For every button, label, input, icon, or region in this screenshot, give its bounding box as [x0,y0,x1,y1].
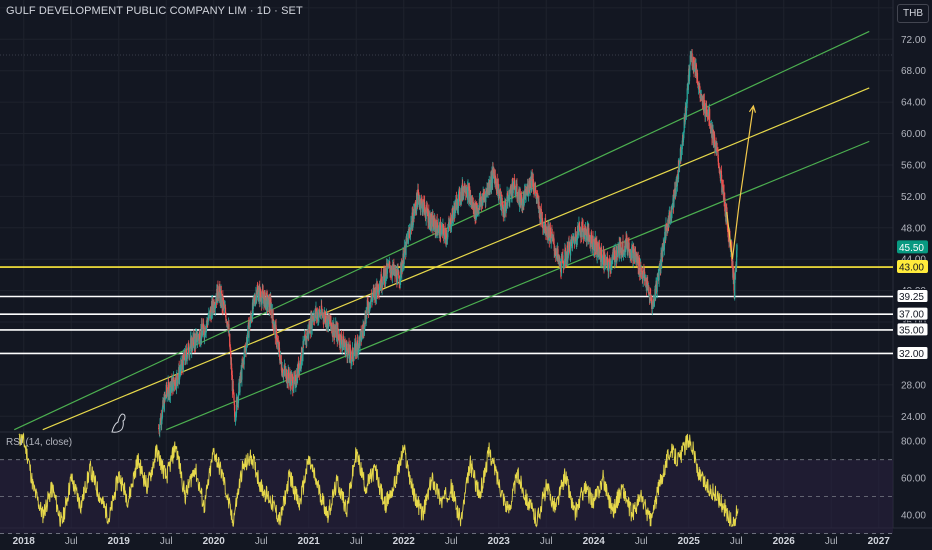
candle-body [232,381,234,390]
time-tick-label: 2025 [678,536,701,547]
level-badge-label: 39.25 [899,292,924,303]
time-tick-label: Jul [65,536,78,547]
price-tick-label: 72.00 [901,35,926,46]
rsi-band [0,459,893,534]
candle-body [176,374,178,380]
time-tick-label: 2026 [773,536,796,547]
chart-canvas: 76.0072.0068.0064.0060.0056.0052.0048.00… [0,0,932,550]
candle-body [686,88,688,104]
rsi-tick-label: 60.00 [901,474,926,485]
candle-body [550,238,552,244]
candle-body [509,193,511,203]
time-tick-label: Jul [445,536,458,547]
candle-body [535,187,537,193]
candle-body [683,132,685,138]
time-tick-label: 2023 [488,536,511,547]
price-tick-label: 60.00 [901,129,926,140]
candle-body [346,343,348,350]
time-tick-label: Jul [160,536,173,547]
price-tick-label: 48.00 [901,223,926,234]
rsi-indicator-label[interactable]: RSI (14, close) [6,437,72,448]
price-tick-label: 28.00 [901,380,926,391]
price-tick-label: 52.00 [901,192,926,203]
time-tick-label: 2018 [13,536,36,547]
currency-button[interactable]: THB [897,4,929,23]
time-tick-label: Jul [540,536,553,547]
rsi-tick-label: 80.00 [901,437,926,448]
candle-body [303,340,305,342]
candle-body [237,394,240,404]
time-tick-label: 2024 [583,536,606,547]
level-badge-label: 37.00 [899,310,924,321]
rsi-tick-label: 40.00 [901,511,926,522]
price-tick-label: 24.00 [901,412,926,423]
candle-body [195,334,197,346]
candle-body [267,304,269,307]
time-tick-label: Jul [635,536,648,547]
candle-body [736,244,738,251]
time-tick-label: Jul [825,536,838,547]
time-tick-label: 2022 [393,536,416,547]
level-badge-label: 43.00 [899,263,924,274]
last-price-label: 45.50 [899,243,924,254]
symbol-title[interactable]: GULF DEVELOPMENT PUBLIC COMPANY LIM · 1D… [6,5,303,17]
level-badge-label: 32.00 [899,349,924,360]
time-tick-label: 2019 [108,536,131,547]
candle-body [272,309,274,320]
time-tick-label: Jul [350,536,363,547]
time-tick-label: 2021 [298,536,321,547]
price-tick-label: 68.00 [901,66,926,77]
price-tick-label: 56.00 [901,160,926,171]
price-tick-label: 64.00 [901,98,926,109]
level-badge-label: 35.00 [899,325,924,336]
candle-body [455,199,457,210]
time-tick-label: Jul [730,536,743,547]
time-tick-label: 2027 [868,536,891,547]
time-tick-label: Jul [255,536,268,547]
time-tick-label: 2020 [203,536,226,547]
